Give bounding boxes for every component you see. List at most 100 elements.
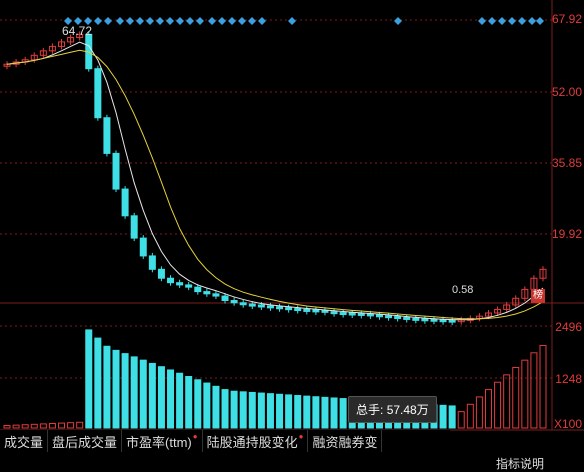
tab-after-hours-volume[interactable]: 盘后成交量 <box>48 430 123 452</box>
candle <box>294 308 302 312</box>
volume-bar <box>530 352 538 429</box>
volume-bar <box>58 422 66 429</box>
candle <box>176 282 184 286</box>
candle <box>375 314 383 318</box>
volume-bar <box>330 397 338 429</box>
volume-bar <box>167 369 175 429</box>
volume-bar <box>257 392 265 429</box>
event-marker-icon <box>498 17 506 25</box>
volume-bar <box>512 367 520 429</box>
candle <box>185 284 193 288</box>
volume-bar <box>48 423 56 429</box>
event-marker-icon <box>94 17 102 25</box>
volume-bar <box>285 394 293 429</box>
volume-bar <box>303 395 311 429</box>
tab-margin-trading[interactable]: 融资融券变 <box>308 430 383 452</box>
candle <box>303 308 311 312</box>
event-marker-icon <box>488 17 496 25</box>
volume-unit: X100 <box>553 417 582 431</box>
event-marker-icon <box>528 17 536 25</box>
candle <box>121 188 129 217</box>
volume-tick: 1248 <box>555 372 582 386</box>
candle <box>194 286 202 293</box>
candle <box>157 268 165 279</box>
event-marker-icon <box>218 17 226 25</box>
volume-bar <box>176 372 184 429</box>
candle <box>239 302 247 306</box>
volume-bar <box>12 424 20 429</box>
volume-bar <box>194 379 202 429</box>
candle <box>112 152 120 190</box>
candle <box>412 317 420 321</box>
candle <box>257 304 265 308</box>
price-tick: 52.00 <box>551 85 582 99</box>
candle <box>312 309 320 313</box>
candle <box>366 313 374 317</box>
volume-bar <box>266 393 274 429</box>
volume-bar <box>503 374 511 429</box>
volume-bar <box>112 349 120 429</box>
candle <box>276 306 284 310</box>
candle <box>230 300 238 304</box>
candle <box>385 315 393 319</box>
volume-bar <box>30 423 38 429</box>
candle <box>130 215 138 239</box>
peak-price-label: 64.72 <box>62 24 93 38</box>
tab-pe-ttm[interactable]: 市盈率(ttm) ● <box>122 430 203 452</box>
low-price-label: 0.58 <box>452 284 474 296</box>
candle <box>357 312 365 316</box>
tooltip-value: 57.48万 <box>386 403 429 417</box>
event-marker-icon <box>238 17 246 25</box>
volume-bar <box>312 396 320 429</box>
volume-bar <box>521 359 529 429</box>
candle <box>167 277 175 284</box>
volume-bar <box>157 366 165 429</box>
dot-icon: ● <box>298 431 304 441</box>
volume-bar <box>212 385 220 429</box>
ranking-badge[interactable]: 榜 <box>531 289 545 303</box>
tab-northbound-holding[interactable]: 陆股通持股变化 ● <box>203 430 309 452</box>
event-marker-icon <box>248 17 256 25</box>
volume-bar <box>276 393 284 429</box>
volume-tooltip: 总手: 57.48万 <box>348 396 437 423</box>
candle <box>430 318 438 322</box>
candle <box>403 316 411 320</box>
candle <box>285 307 293 311</box>
price-tick: 67.92 <box>551 12 582 26</box>
price-tick: 35.85 <box>551 156 582 170</box>
volume-bar <box>94 337 102 429</box>
volume-bar <box>484 389 492 429</box>
volume-bar <box>539 344 547 429</box>
volume-bar <box>85 329 93 429</box>
candle <box>339 312 347 316</box>
event-marker-icon <box>196 17 204 25</box>
candle <box>139 237 147 257</box>
volume-bar <box>76 421 84 429</box>
event-marker-icon <box>288 17 296 25</box>
event-marker-icon <box>176 17 184 25</box>
event-marker-icon <box>186 17 194 25</box>
volume-bar <box>339 398 347 429</box>
stock-chart[interactable] <box>0 0 584 465</box>
event-marker-icon <box>104 17 112 25</box>
dot-icon: ● <box>192 431 198 441</box>
volume-bar <box>457 411 465 429</box>
volume-bar <box>148 362 156 429</box>
volume-bar <box>3 425 11 429</box>
volume-bar <box>103 345 111 429</box>
event-marker-icon <box>536 17 544 25</box>
event-marker-icon <box>126 17 134 25</box>
volume-bar <box>475 396 483 429</box>
volume-bar <box>248 391 256 429</box>
event-marker-icon <box>136 17 144 25</box>
tab-volume[interactable]: 成交量 <box>0 430 49 452</box>
candle <box>330 311 338 315</box>
indicator-help-link[interactable]: 指标说明 <box>496 455 544 472</box>
volume-bar <box>185 376 193 429</box>
volume-bar <box>321 396 329 429</box>
event-marker-icon <box>166 17 174 25</box>
event-marker-icon <box>228 17 236 25</box>
candle <box>221 295 229 302</box>
event-marker-icon <box>258 17 266 25</box>
volume-bar <box>466 403 474 429</box>
